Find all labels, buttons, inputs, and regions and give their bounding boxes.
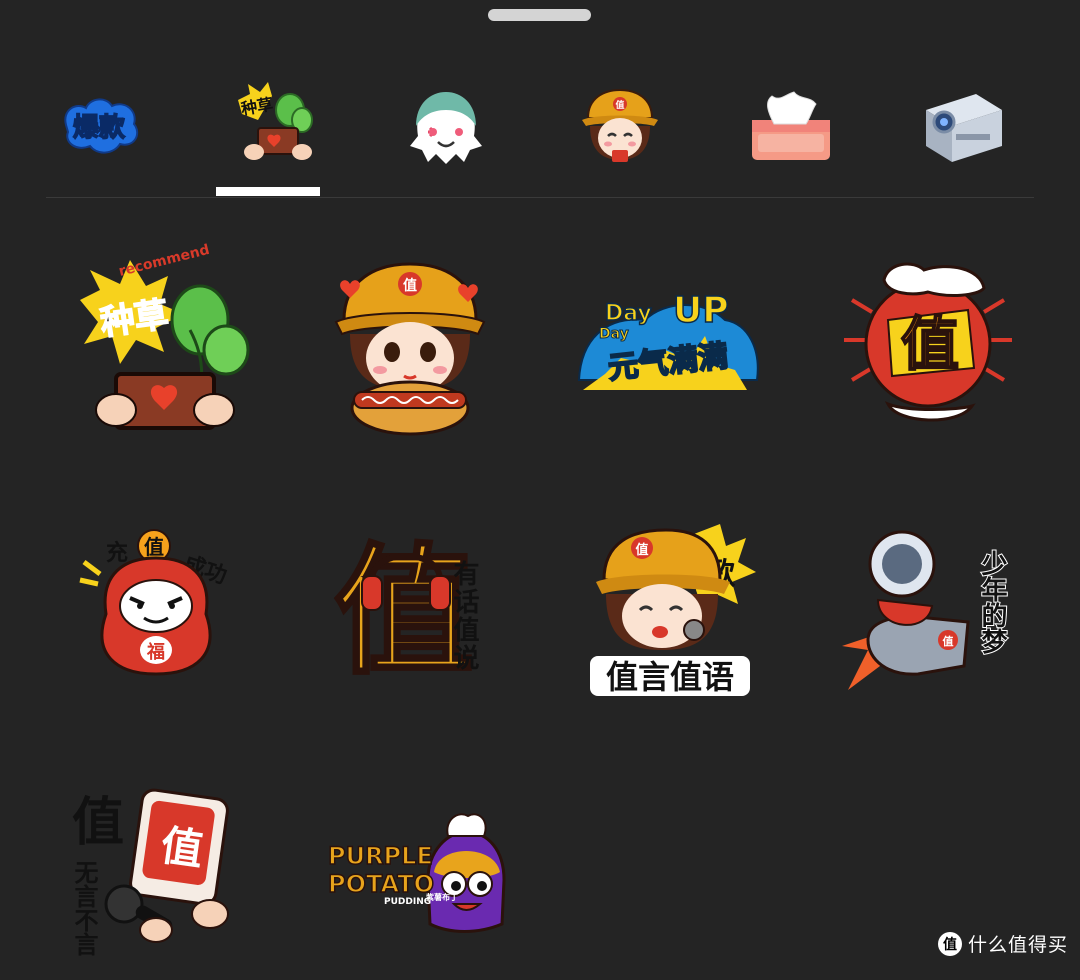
drag-handle[interactable] bbox=[488, 9, 591, 21]
sticker-plant-recommend[interactable]: recommend 种草 bbox=[60, 240, 260, 440]
purple-text-2: POTATO bbox=[328, 870, 434, 898]
sticker-girl-sing[interactable]: 歌 值 值言值语 bbox=[570, 510, 770, 710]
purple-text-3: PUDDING bbox=[384, 897, 431, 907]
tab-camera[interactable] bbox=[906, 72, 1016, 190]
zhi-headphone-image: 值 有话值说 bbox=[332, 530, 479, 696]
daruma-fu: 福 bbox=[146, 641, 165, 663]
sticker-girl-hotdog[interactable]: 值 bbox=[310, 240, 510, 440]
tab-girl[interactable]: 值 bbox=[564, 72, 674, 190]
plant-recommend-image: recommend 种草 bbox=[80, 242, 250, 430]
tab-ghost[interactable] bbox=[390, 72, 500, 190]
mahjong-tile-text: 值 bbox=[158, 820, 206, 874]
plant-recommend-subtext: recommend bbox=[117, 242, 211, 280]
selected-tab-indicator bbox=[216, 187, 320, 196]
mahjong-big: 值 bbox=[72, 793, 124, 853]
zhi-hand-image: 值 bbox=[844, 262, 1012, 422]
sticker-purple-potato[interactable]: PURPLE POTATO PUDDING 紫薯布丁 bbox=[318, 780, 518, 980]
purple-text-cn: 紫薯布丁 bbox=[426, 892, 458, 902]
polaroid-camera-icon bbox=[926, 94, 1002, 162]
tab-recommend[interactable]: 种草 bbox=[218, 72, 328, 190]
girl-sing-image: 歌 值 值言值语 bbox=[590, 524, 756, 696]
astronaut-badge: 值 bbox=[943, 634, 954, 648]
plant-recommend-text: 种草 bbox=[98, 295, 171, 344]
girl-sing-badge: 值 bbox=[635, 542, 648, 558]
dayup-up: UP bbox=[673, 290, 729, 331]
watermark: 值 什么值得买 bbox=[937, 930, 1068, 957]
astronaut-image: 值 少年的梦 bbox=[842, 530, 1009, 690]
sticker-pack-tabs: 爆款 种草 值 bbox=[0, 72, 1080, 190]
zhi-hand-text: 值 bbox=[901, 310, 959, 378]
sticker-astronaut[interactable]: 值 少年的梦 bbox=[828, 510, 1028, 710]
watermark-text: 什么值得买 bbox=[967, 934, 1068, 956]
sticker-zhi-headphone[interactable]: 值 有话值说 bbox=[320, 510, 520, 710]
purple-potato-image: PURPLE POTATO PUDDING 紫薯布丁 bbox=[327, 813, 506, 933]
sticker-mahjong-mic[interactable]: 值 无言不言 值 bbox=[60, 780, 260, 980]
mahjong-mic-image: 值 无言不言 值 bbox=[70, 788, 229, 956]
girl-cap-icon: 值 bbox=[582, 88, 658, 162]
sticker-dayup[interactable]: Day UP Day 元气满满 bbox=[565, 240, 765, 440]
dayup-image: Day UP Day 元气满满 bbox=[577, 289, 759, 390]
daruma-zhi: 值 bbox=[144, 535, 164, 559]
astronaut-text: 少年的梦 bbox=[977, 550, 1008, 655]
tab-hot-label: 爆款 bbox=[73, 113, 126, 143]
daruma-chong: 充 bbox=[106, 540, 128, 566]
hot-label-icon: 爆款 bbox=[64, 98, 139, 154]
girl-hotdog-image: 值 bbox=[334, 262, 486, 436]
tissue-box-icon bbox=[752, 91, 830, 160]
dayup-day1: Day bbox=[605, 301, 652, 326]
tab-girl-badge: 值 bbox=[615, 99, 624, 111]
girl-sing-text: 值言值语 bbox=[606, 658, 734, 696]
sticker-zhi-hand[interactable]: 值 bbox=[828, 240, 1028, 440]
tab-tissue[interactable] bbox=[736, 72, 846, 190]
purple-text-1: PURPLE bbox=[328, 842, 433, 870]
tabs-divider bbox=[46, 197, 1034, 198]
dayup-day2: Day bbox=[599, 326, 629, 342]
girl-hotdog-badge: 值 bbox=[403, 277, 417, 294]
plant-pot-icon: 种草 bbox=[238, 82, 313, 160]
smzdm-logo: 值 bbox=[937, 931, 962, 956]
daruma-image: 充 值 成功 福 bbox=[79, 529, 230, 676]
zhi-headphone-side: 有话值说 bbox=[449, 560, 479, 672]
sticker-daruma[interactable]: 充 值 成功 福 bbox=[60, 510, 260, 710]
ghost-icon bbox=[410, 92, 482, 164]
tab-hot[interactable]: 爆款 bbox=[44, 72, 154, 190]
mahjong-side: 无言不言 bbox=[70, 860, 98, 956]
